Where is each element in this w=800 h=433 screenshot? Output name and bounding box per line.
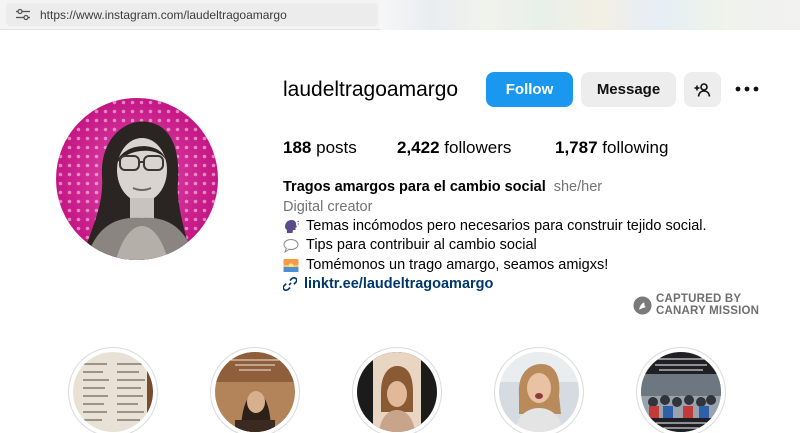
watermark-text: CAPTURED BY CANARY MISSION (656, 293, 759, 317)
address-bar[interactable]: https://www.instagram.com/laudeltragoama… (6, 3, 378, 26)
bio-line: Temas incómodos pero necesarios para con… (283, 218, 707, 234)
full-name: Tragos amargos para el cambio social (283, 179, 546, 195)
highlight-handwritten-notes (73, 352, 153, 432)
avatar-image (56, 98, 218, 260)
story-highlight[interactable] (68, 347, 158, 433)
message-button[interactable]: Message (581, 72, 676, 107)
bio-line-text: Tomémonos un trago amargo, seamos amigxs… (306, 257, 609, 273)
highlight-protest-march (641, 352, 721, 432)
canary-mission-logo-icon (633, 295, 652, 315)
profile-avatar[interactable] (56, 98, 218, 260)
bio-link-text[interactable]: linktr.ee/laudeltragoamargo (304, 276, 493, 292)
more-horizontal-icon[interactable] (735, 86, 759, 92)
highlight-woman-speaking (357, 352, 437, 432)
followers-label: followers (444, 138, 512, 157)
link-icon (283, 277, 297, 291)
watermark-line-2: CANARY MISSION (656, 305, 760, 317)
tune-icon[interactable] (15, 8, 31, 21)
bio-line: Tips para contribuir al cambio social (283, 237, 537, 253)
bio-line-text: Tips para contribuir al cambio social (306, 237, 537, 253)
bio-category: Digital creator (283, 199, 373, 215)
story-highlight[interactable] (352, 347, 442, 433)
suggest-user-button[interactable] (684, 72, 721, 107)
follow-button[interactable]: Follow (486, 72, 573, 107)
bio-line: Tomémonos un trago amargo, seamos amigxs… (283, 257, 608, 273)
url-text[interactable]: https://www.instagram.com/laudeltragoama… (40, 8, 287, 22)
browser-toolbar: https://www.instagram.com/laudeltragoama… (0, 0, 800, 30)
story-highlight[interactable] (494, 347, 584, 433)
story-highlight[interactable] (636, 347, 726, 433)
speech-bubble-icon (283, 238, 299, 253)
person-add-icon (694, 82, 711, 97)
bio-line-text: Temas incómodos pero necesarios para con… (306, 218, 707, 234)
highlight-woman-outdoors (499, 352, 579, 432)
followers-number: 2,422 (397, 138, 440, 157)
speaking-head-icon (285, 219, 299, 233)
profile-username: laudeltragoamargo (283, 78, 459, 101)
watermark-line-1: CAPTURED BY (656, 293, 742, 305)
following-label: following (602, 138, 669, 157)
bio-full-name: Tragos amargos para el cambio social she/… (283, 179, 602, 195)
posts-number: 188 (283, 138, 312, 157)
posts-label: posts (316, 138, 357, 157)
following-link[interactable]: 1,787 following (555, 138, 668, 158)
following-number: 1,787 (555, 138, 598, 157)
story-highlight[interactable] (210, 347, 300, 433)
followers-link[interactable]: 2,422 followers (397, 138, 511, 158)
highlight-woman-video (215, 352, 295, 432)
bio-link[interactable]: linktr.ee/laudeltragoamargo (283, 276, 493, 292)
canary-mission-watermark: CAPTURED BY CANARY MISSION (633, 293, 759, 317)
sunrise-icon (283, 258, 299, 272)
browser-toolbar-extensions (380, 0, 800, 30)
posts-count: 188 posts (283, 138, 357, 158)
pronouns: she/her (553, 179, 603, 195)
